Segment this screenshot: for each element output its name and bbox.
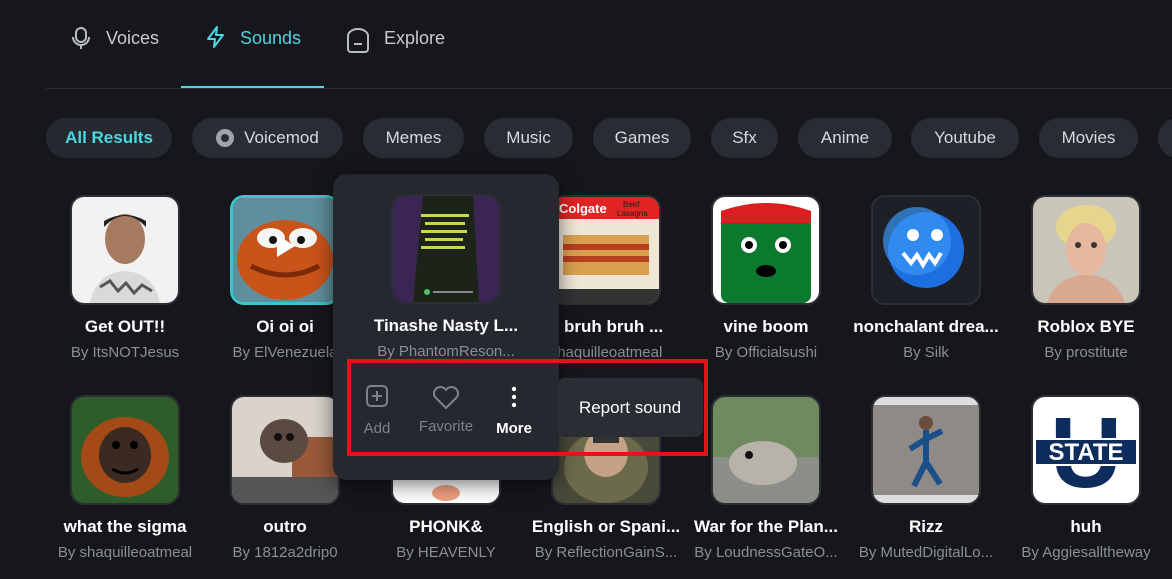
- sound-thumbnail: [1031, 195, 1141, 305]
- sound-title: Get OUT!!: [84, 317, 166, 336]
- filter-music[interactable]: Music: [484, 118, 573, 158]
- tab-label: Voices: [106, 28, 160, 48]
- sound-thumbnail: [230, 195, 340, 305]
- sound-title: outro: [263, 517, 307, 536]
- sound-author: By 1812a2drip0: [232, 544, 338, 561]
- tab-label: Sounds: [240, 28, 302, 48]
- filter-games[interactable]: Games: [593, 118, 691, 158]
- filter-all-results[interactable]: All Results: [46, 118, 172, 158]
- sound-thumbnail: [391, 194, 501, 304]
- sound-title: Roblox BYE: [1037, 317, 1135, 336]
- filter-anime[interactable]: Anime: [798, 118, 892, 158]
- sound-card[interactable]: Tinashe Nasty L... By PhantomReson...: [366, 194, 526, 360]
- sound-author: By ReflectionGainS...: [534, 544, 678, 561]
- microphone-icon: [72, 27, 90, 49]
- sound-thumbnail: [70, 395, 180, 505]
- sound-thumbnail: [711, 195, 821, 305]
- filter-sfx[interactable]: Sfx: [711, 118, 778, 158]
- sound-thumbnail: [70, 195, 180, 305]
- sound-title: Tinashe Nasty L...: [373, 316, 519, 335]
- sound-title: English or Spani...: [531, 517, 681, 536]
- tab-label: Explore: [384, 28, 446, 48]
- tab-explore[interactable]: Explore: [344, 28, 445, 88]
- sound-card[interactable]: Get OUT!! By ItsNOTJesus: [45, 195, 205, 361]
- voicemod-icon: [216, 129, 235, 147]
- sound-author: By PhantomReson...: [377, 343, 515, 360]
- sound-title: what the sigma: [63, 517, 187, 536]
- sound-title: nonchalant drea...: [853, 317, 999, 336]
- sound-title: huh: [1070, 517, 1102, 536]
- sound-thumbnail: [871, 395, 981, 505]
- sound-card[interactable]: War for the Plan... By LoudnessGateO...: [686, 395, 846, 561]
- sound-thumbnail: Colgate Beef Lasagna: [551, 195, 661, 305]
- tab-sounds[interactable]: Sounds: [181, 26, 324, 88]
- sound-author: By prostitute: [1044, 344, 1128, 361]
- filter-youtube[interactable]: Youtube: [911, 118, 1019, 158]
- top-tab-bar: Voices Sounds Explore: [46, 0, 1172, 89]
- sound-card[interactable]: vine boom By Officialsushi: [686, 195, 846, 361]
- bag-icon: [347, 28, 369, 53]
- filter-voicemod[interactable]: Voicemod: [192, 118, 343, 158]
- sound-author: By MutedDigitalLo...: [858, 544, 994, 561]
- highlight-box: [347, 359, 708, 456]
- sound-card[interactable]: USTATE huh By Aggiesalltheway: [1006, 395, 1166, 561]
- thumb-text: Beef: [623, 200, 640, 209]
- sound-card[interactable]: Roblox BYE By prostitute: [1006, 195, 1166, 361]
- filter-next-partial[interactable]: [1158, 118, 1172, 158]
- thumb-text: STATE: [1048, 439, 1123, 466]
- lightning-icon: [207, 26, 224, 48]
- sound-thumbnail: [871, 195, 981, 305]
- thumb-text: Lasagna: [617, 209, 648, 218]
- thumb-text: Colgate: [559, 201, 607, 216]
- sound-author: By shaquilleoatmeal: [57, 544, 193, 561]
- sound-author: By HEAVENLY: [396, 544, 496, 561]
- sound-title: War for the Plan...: [694, 517, 838, 536]
- sound-thumbnail: [711, 395, 821, 505]
- sound-author: By Silk: [903, 344, 949, 361]
- sound-author: By ItsNOTJesus: [70, 344, 180, 361]
- sound-card[interactable]: Rizz By MutedDigitalLo...: [846, 395, 1006, 561]
- sound-author: By Officialsushi: [714, 344, 818, 361]
- tab-voices[interactable]: Voices: [68, 27, 160, 88]
- sound-card[interactable]: what the sigma By shaquilleoatmeal: [45, 395, 205, 561]
- filter-memes[interactable]: Memes: [363, 118, 464, 158]
- sound-title: vine boom: [723, 317, 809, 336]
- sound-title: PHONK&: [409, 517, 483, 536]
- play-icon[interactable]: [277, 235, 295, 257]
- sound-thumbnail: USTATE: [1031, 395, 1141, 505]
- sound-author: By Aggiesalltheway: [1021, 544, 1151, 561]
- filter-movies[interactable]: Movies: [1039, 118, 1138, 158]
- sound-card[interactable]: nonchalant drea... By Silk: [846, 195, 1006, 361]
- sound-author: By LoudnessGateO...: [694, 544, 838, 561]
- sound-title: Rizz: [909, 517, 943, 536]
- sound-thumbnail: [230, 395, 340, 505]
